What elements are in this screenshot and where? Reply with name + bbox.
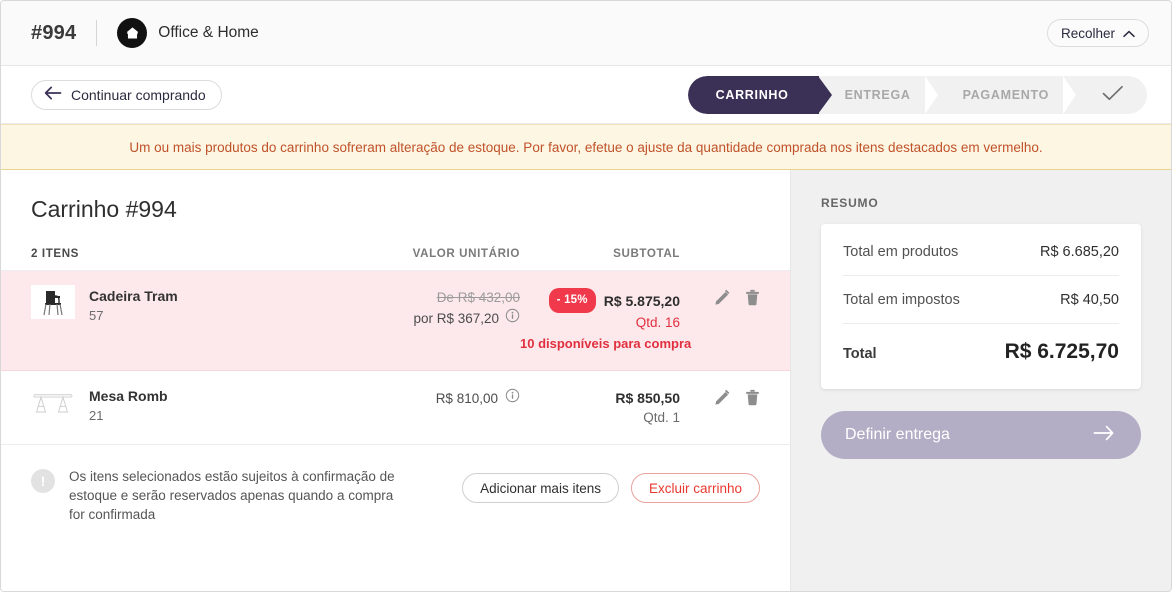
unit-price-value: R$ 810,00 [435,390,498,406]
brand-name: Office & Home [158,24,259,41]
items-count-label: 2 ITENS [31,247,80,260]
edit-icon[interactable] [714,289,731,306]
summary-label: Total em impostos [843,292,960,308]
brand: Office & Home [117,18,259,48]
page-body: Carrinho #994 2 ITENS VALOR UNITÁRIO SUB… [1,170,1171,591]
unit-price-row: R$ 810,00 [436,388,520,409]
cart-footer-actions: Adicionar mais itens Excluir carrinho [462,467,760,503]
home-logo-icon [117,18,148,48]
info-icon[interactable] [505,308,520,329]
cart-table-header: 2 ITENS VALOR UNITÁRIO SUBTOTAL [1,223,790,270]
continue-shopping-label: Continuar comprando [71,86,206,103]
product-thumbnail-chair [31,285,75,319]
stock-warning-banner: Um ou mais produtos do carrinho sofreram… [1,124,1171,170]
cart-footer-note: ! Os itens selecionados estão sujeitos à… [1,445,790,524]
stock-availability-label: 10 disponíveis para compra [520,336,692,351]
continue-shopping-button[interactable]: Continuar comprando [31,79,222,110]
collapse-label: Recolher [1060,25,1115,41]
summary-value: R$ 6.725,70 [1004,340,1119,363]
top-bar: #994 Office & Home Recolher [1,1,1171,66]
cart-items-list: Cadeira Tram 57 De R$ 432,00 por R$ 367,… [1,270,790,445]
summary-title: RESUMO [821,196,879,210]
product-thumbnail-table [31,385,75,419]
checkout-steps: CARRINHO ENTREGA PAGAMENTO [687,75,1147,114]
product-name: Cadeira Tram [89,288,178,304]
collapse-button[interactable]: Recolher [1046,19,1149,47]
column-unit-price: VALOR UNITÁRIO [412,247,520,260]
arrow-right-icon [1093,425,1115,446]
summary-label: Total em produtos [843,244,959,260]
quantity-label: Qtd. 16 [635,315,680,330]
delete-cart-button[interactable]: Excluir carrinho [630,473,760,503]
unit-price-cell: De R$ 432,00 por R$ 367,20 [300,285,520,329]
cart-header: Carrinho #994 [1,170,790,223]
summary-value: R$ 40,50 [1060,292,1119,308]
page-title: Carrinho #994 [31,196,177,222]
column-subtotal: SUBTOTAL [613,247,680,260]
exclamation-icon: ! [31,469,55,493]
cart-page: #994 Office & Home Recolher Continuar co… [0,0,1172,592]
step-carrinho[interactable]: CARRINHO [687,75,832,114]
header-divider [96,20,98,46]
row-actions [680,385,760,406]
unit-price-discounted: por R$ 367,20 [413,308,520,329]
product-sku: 21 [89,408,104,423]
summary-row-total: Total R$ 6.725,70 [843,324,1119,379]
step-pagamento[interactable]: PAGAMENTO [937,75,1076,114]
define-delivery-button[interactable]: Definir entrega [821,411,1141,459]
product-text: Cadeira Tram 57 [89,285,178,323]
summary-sidebar: RESUMO Total em produtos R$ 6.685,20 Tot… [791,170,1171,591]
product-sku: 57 [89,308,104,323]
summary-row-products: Total em produtos R$ 6.685,20 [843,228,1119,276]
subtotal-cell: - 15% R$ 5.875,20 Qtd. 16 10 disponíveis… [520,285,692,354]
define-delivery-label: Definir entrega [845,426,950,443]
row-actions [680,285,760,306]
discount-badge: - 15% [548,288,596,313]
summary-value: R$ 6.685,20 [1039,244,1119,260]
check-icon [1101,84,1125,105]
subtotal-line: - 15% R$ 5.875,20 [520,288,680,313]
summary-label: Total [843,346,877,362]
quantity-label: Qtd. 1 [643,410,680,425]
footer-note-text: Os itens selecionados estão sujeitos à c… [69,469,395,522]
subtotal-cell: R$ 850,50 Qtd. 1 [520,385,680,428]
info-icon[interactable] [505,388,520,409]
step-carrinho-label: CARRINHO [715,87,789,102]
step-entrega[interactable]: ENTREGA [819,75,938,114]
delete-icon[interactable] [745,389,760,406]
cart-main: Carrinho #994 2 ITENS VALOR UNITÁRIO SUB… [1,170,791,591]
subtotal-value: R$ 5.875,20 [603,292,680,309]
product-text: Mesa Romb 21 [89,385,168,423]
step-pagamento-label: PAGAMENTO [962,87,1049,102]
chevron-up-icon [1123,26,1135,41]
add-more-items-button[interactable]: Adicionar mais itens [462,473,619,503]
summary-row-taxes: Total em impostos R$ 40,50 [843,276,1119,324]
step-confirmacao[interactable] [1075,76,1147,114]
unit-price-cell: R$ 810,00 [300,385,520,409]
edit-icon[interactable] [714,389,731,406]
unit-price-original: De R$ 432,00 [436,290,520,305]
arrow-left-icon [44,86,62,103]
delete-icon[interactable] [745,289,760,306]
order-id: #994 [31,21,77,44]
unit-price-value: por R$ 367,20 [413,310,499,326]
table-row: Cadeira Tram 57 De R$ 432,00 por R$ 367,… [1,271,790,371]
subtotal-line: R$ 850,50 [520,388,680,408]
summary-card: Total em produtos R$ 6.685,20 Total em i… [821,224,1141,389]
table-row: Mesa Romb 21 R$ 810,00 R$ 850,50 Qtd. 1 [1,371,790,445]
step-entrega-label: ENTREGA [844,87,911,102]
subtotal-value: R$ 850,50 [615,390,680,406]
stock-warning-text: Um ou mais produtos do carrinho sofreram… [129,139,1043,155]
product-name: Mesa Romb [89,388,168,404]
steps-bar: Continuar comprando CARRINHO ENTREGA PAG… [1,66,1171,124]
product-info: Mesa Romb 21 [31,385,300,423]
product-info: Cadeira Tram 57 [31,285,300,323]
